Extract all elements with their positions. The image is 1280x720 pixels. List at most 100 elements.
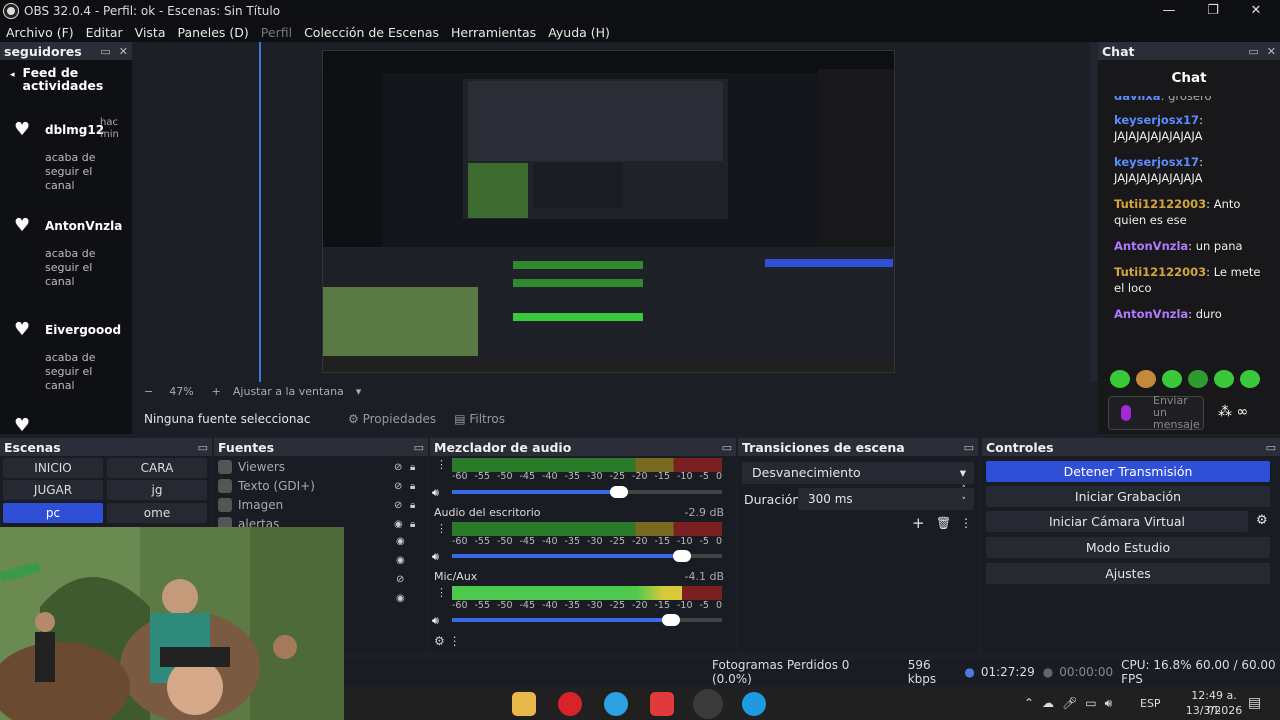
source-item[interactable]: Texto (GDI+) ⊘ 🔒︎ [218,477,415,495]
emote-icon[interactable] [1162,370,1182,388]
start-virtual-camera-button[interactable]: Iniciar Cámara Virtual [986,511,1248,532]
zoom-in-button[interactable]: + [212,385,221,398]
close-button[interactable]: ✕ [1245,2,1267,20]
emote-icon[interactable] [1188,370,1208,388]
lock-icon[interactable]: 🔒︎ [410,481,415,492]
volume-slider[interactable] [452,614,722,626]
channel-menu-icon[interactable]: ⋮ [436,586,447,599]
add-icon[interactable]: + [912,514,925,532]
scene-pc[interactable]: pc [3,503,103,523]
language-indicator[interactable]: ESP [1140,697,1161,710]
advanced-audio-icon[interactable]: ⚙ ⋮ [434,634,461,648]
eye-hidden-icon[interactable]: ⊘ [394,500,402,511]
eye-icon[interactable]: ◉ [394,519,403,530]
float-icon[interactable]: ▭ [964,441,974,454]
emote-icon[interactable] [1240,370,1260,388]
chat-text: JAJAJAJAJAJAJAJA [1114,129,1203,143]
trash-icon[interactable]: 🗑︎ [936,516,951,530]
meter-tick-label: -5 [699,471,709,482]
menu-archivo[interactable]: Archivo (F) [0,25,80,40]
chat-input[interactable]: Enviar un mensaje [1108,395,1204,431]
chat-settings-icon[interactable]: ⁂ ∞ [1218,404,1248,420]
chat-text: un pana [1195,239,1243,253]
float-icon[interactable]: ▭ [100,45,110,58]
menu-ayuda[interactable]: Ayuda (H) [542,25,616,40]
source-item[interactable]: Viewers ⊘ 🔒︎ [218,458,415,476]
slider-knob[interactable] [672,550,691,562]
menu-herramientas[interactable]: Herramientas [445,25,542,40]
menu-vista[interactable]: Vista [129,25,172,40]
opera-icon[interactable] [558,692,582,716]
properties-button[interactable]: ⚙ Propiedades [348,412,436,426]
telegram-icon[interactable] [604,692,628,716]
duration-input[interactable]: 300 ms ˄ ˅ [798,485,974,510]
tray-icons[interactable]: ⌃☁🎤︎▭🔊︎ [1024,696,1120,711]
close-icon[interactable]: ✕ [119,45,128,58]
float-icon[interactable]: ▭ [198,441,208,454]
stream-preview[interactable] [322,50,895,373]
file-explorer-icon[interactable] [512,692,536,716]
scene-inicio[interactable]: INICIO [3,458,103,478]
emote-icon[interactable] [1110,370,1130,388]
float-icon[interactable]: ▭ [1266,441,1276,454]
edge-icon[interactable] [742,692,766,716]
speaker-icon[interactable]: 🔊︎ [432,486,439,500]
channel-menu-icon[interactable]: ⋮ [436,522,447,535]
lock-icon[interactable]: 🔒︎ [410,462,415,473]
eye-hidden-icon[interactable]: ⊘ [394,481,402,492]
source-item[interactable]: Imagen ⊘ 🔒︎ [218,496,415,514]
emote-icon[interactable] [1136,370,1156,388]
chevron-down-icon: ▾ [959,465,966,480]
settings-button[interactable]: Ajustes [986,563,1270,584]
emote-icon[interactable] [1214,370,1234,388]
float-icon[interactable]: ▭ [414,441,424,454]
filters-button[interactable]: ▤ Filtros [454,412,505,426]
spinner-icon[interactable]: ˄ ˅ [962,484,967,508]
clock-date[interactable]: 13/3/2026 [1184,704,1244,717]
scene-ome[interactable]: ome [107,503,207,523]
studio-mode-button[interactable]: Modo Estudio [986,537,1270,558]
stop-streaming-button[interactable]: Detener Transmisión [986,461,1270,482]
chat-messages[interactable]: davilxa: grosero keyserjosx17: JAJAJAJAJ… [1098,96,1280,364]
channel-db: -2.9 dB [684,506,725,519]
eye-hidden-icon[interactable]: ⊘ [394,462,402,473]
camera-app-icon[interactable] [650,692,674,716]
menu-coleccion-escenas[interactable]: Colección de Escenas [298,25,445,40]
float-icon[interactable]: ▭ [1248,45,1258,58]
gear-icon[interactable]: ⚙ [1256,513,1268,528]
obs-taskbar-icon[interactable] [696,692,720,716]
fit-dropdown-icon[interactable]: ▾ [356,385,362,398]
eye-icon[interactable]: ◉ [396,593,405,604]
lock-icon[interactable]: 🔒︎ [410,500,415,511]
transition-select[interactable]: Desvanecimiento ▾ [742,462,974,484]
scene-jg[interactable]: jg [107,480,207,500]
speaker-icon[interactable]: 🔊︎ [432,550,439,564]
notifications-icon[interactable]: ▤ [1248,695,1261,711]
meter-tick-label: -55 [474,600,491,611]
menu-editar[interactable]: Editar [80,25,129,40]
scene-jugar[interactable]: JUGAR [3,480,103,500]
lock-icon[interactable]: 🔒︎ [410,519,415,530]
zoom-out-button[interactable]: − [144,385,153,398]
slider-knob[interactable] [610,486,629,498]
channel-menu-icon[interactable]: ⋮ [436,458,447,471]
speaker-icon[interactable]: 🔊︎ [432,614,439,628]
minimize-button[interactable]: — [1158,2,1180,20]
scene-cara[interactable]: CARA [107,458,207,478]
maximize-button[interactable]: ❐ [1202,2,1224,20]
bits-icon[interactable] [1121,405,1131,421]
eye-icon[interactable]: ◉ [396,536,405,547]
volume-slider[interactable] [452,486,722,498]
chat-text: JAJAJAJAJAJAJAJA [1114,171,1203,185]
preview-scrollbar[interactable] [1090,42,1098,382]
eye-hidden-icon[interactable]: ⊘ [396,574,404,585]
volume-slider[interactable] [452,550,722,562]
float-icon[interactable]: ▭ [722,441,732,454]
start-recording-button[interactable]: Iniciar Grabación [986,486,1270,507]
eye-icon[interactable]: ◉ [396,555,405,566]
menu-perfil[interactable]: Perfil [255,25,298,40]
more-icon[interactable]: ⋮ [960,516,972,530]
close-icon[interactable]: ✕ [1267,45,1276,58]
menu-paneles[interactable]: Paneles (D) [172,25,255,40]
slider-knob[interactable] [661,614,680,626]
